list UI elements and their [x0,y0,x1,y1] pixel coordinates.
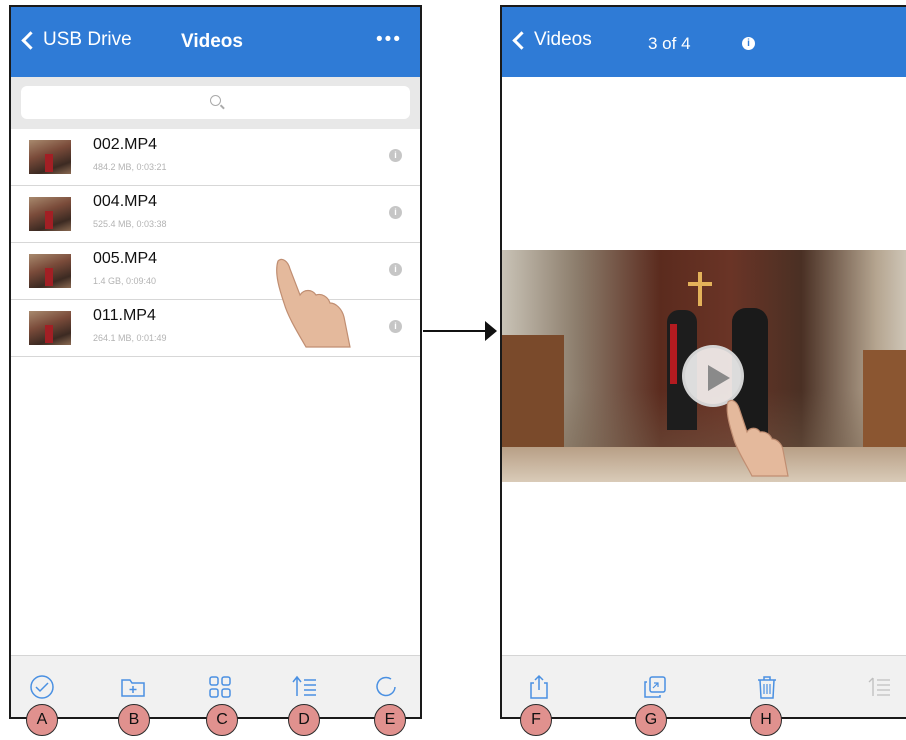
checkmark-circle-icon[interactable] [25,670,59,704]
bottom-toolbar [502,655,906,717]
marker-h: H [750,704,782,736]
file-meta: 484.2 MB, 0:03:21 [93,162,167,172]
file-name: 005.MP4 [93,250,158,267]
chevron-left-icon [512,30,531,50]
marker-b: B [118,704,150,736]
file-name: 004.MP4 [93,193,158,210]
video-scene-pulpit [863,350,906,450]
info-icon[interactable]: i [742,37,755,50]
video-viewer-screen: Videos 3 of 4 i [500,5,906,719]
info-icon[interactable]: i [389,149,402,162]
file-name: 002.MP4 [93,136,158,153]
search-icon [209,95,221,106]
marker-d: D [288,704,320,736]
video-thumbnail [29,140,71,174]
nav-bar: USB Drive Videos ••• [11,7,420,77]
list-icon[interactable] [862,670,896,704]
video-thumbnail [29,254,71,288]
list-item[interactable]: 004.MP4 525.4 MB, 0:03:38 i [11,186,420,243]
list-item[interactable]: 002.MP4 484.2 MB, 0:03:21 i [11,129,420,186]
transition-arrow [423,330,487,332]
video-scene-pulpit [502,335,564,455]
cross-icon [698,272,702,306]
info-icon[interactable]: i [389,263,402,276]
video-thumbnail [29,311,71,345]
tap-hand-icon [276,258,351,348]
search-input[interactable] [21,86,410,119]
page-title: Videos [181,31,243,52]
sort-list-icon[interactable] [288,670,322,704]
search-bar [11,77,420,129]
grid-view-icon[interactable] [203,670,237,704]
info-icon[interactable]: i [389,206,402,219]
marker-g: G [635,704,667,736]
copy-icon[interactable] [638,670,672,704]
more-options-button[interactable]: ••• [376,29,402,51]
marker-f: F [520,704,552,736]
trash-icon[interactable] [750,670,784,704]
list-item[interactable]: 011.MP4 264.1 MB, 0:01:49 i [11,300,420,357]
refresh-icon[interactable] [369,670,403,704]
marker-c: C [206,704,238,736]
back-label: USB Drive [43,29,132,50]
arrow-head-icon [485,321,497,341]
page-counter: 3 of 4 [648,34,691,53]
file-name: 011.MP4 [93,307,156,324]
back-label: Videos [534,29,592,50]
back-button[interactable]: USB Drive [17,29,132,51]
nav-bar: Videos 3 of 4 i [502,7,906,77]
list-item[interactable]: 005.MP4 1.4 GB, 0:09:40 i [11,243,420,300]
tap-hand-icon [726,399,789,477]
marker-a: A [26,704,58,736]
share-icon[interactable] [522,670,556,704]
file-meta: 264.1 MB, 0:01:49 [93,333,167,343]
new-folder-icon[interactable] [116,670,150,704]
file-meta: 1.4 GB, 0:09:40 [93,276,157,286]
video-player[interactable] [502,250,906,482]
back-button[interactable]: Videos [508,29,592,51]
cross-icon [688,282,712,286]
video-thumbnail [29,197,71,231]
file-meta: 525.4 MB, 0:03:38 [93,219,167,229]
info-icon[interactable]: i [389,320,402,333]
chevron-left-icon [21,30,40,50]
file-list: 002.MP4 484.2 MB, 0:03:21 i 004.MP4 525.… [11,129,420,357]
marker-e: E [374,704,406,736]
file-list-screen: USB Drive Videos ••• 002.MP4 484.2 MB, 0… [9,5,422,719]
video-scene-floor [502,447,906,482]
